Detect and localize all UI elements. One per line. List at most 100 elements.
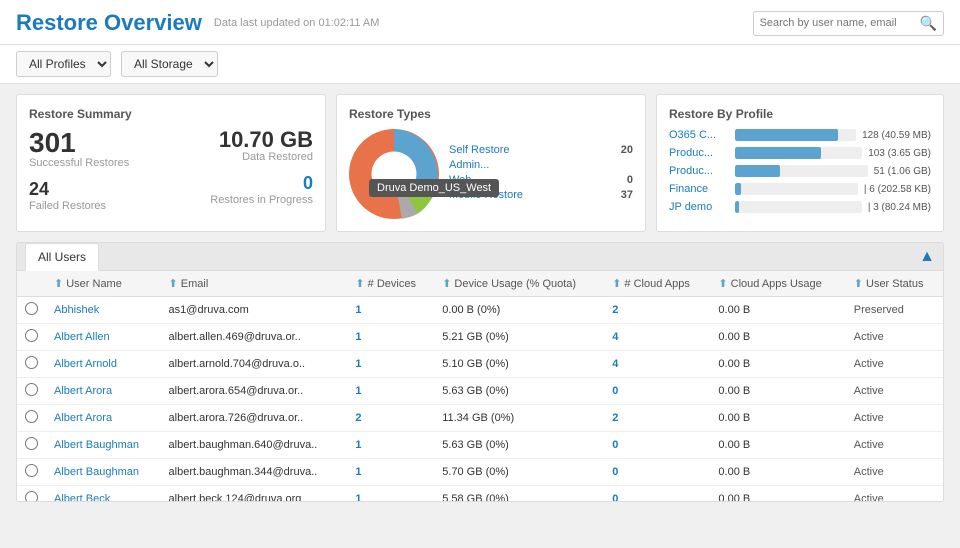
row-radio-5[interactable] <box>25 437 38 450</box>
user-device-usage-1: 5.21 GB (0%) <box>434 324 604 351</box>
profile-value-2: 51 (1.06 GB) <box>874 166 931 177</box>
table-wrapper[interactable]: ⬆User Name ⬆Email ⬆# Devices ⬆Device Usa… <box>17 271 943 501</box>
col-cloud-usage: ⬆Cloud Apps Usage <box>710 271 845 297</box>
user-name-link-5[interactable]: Albert Baughman <box>54 439 139 451</box>
summary-title: Restore Summary <box>29 107 313 121</box>
legend-count-web: 0 <box>627 174 633 186</box>
failed-count: 24 <box>29 179 169 200</box>
user-email-6: albert.baughman.344@druva.. <box>161 459 348 486</box>
col-radio <box>17 271 46 297</box>
search-input[interactable] <box>760 17 920 29</box>
user-cloud-usage-1: 0.00 B <box>710 324 845 351</box>
user-email-1: albert.allen.469@druva.or.. <box>161 324 348 351</box>
data-label: Data Restored <box>173 151 313 163</box>
profile-bar-container-1 <box>735 147 862 159</box>
table-row: Abhishek as1@druva.com 1 0.00 B (0%) 2 0… <box>17 297 943 324</box>
row-radio-2[interactable] <box>25 356 38 369</box>
profile-item-3: Finance | 6 (202.58 KB) <box>669 183 931 195</box>
user-device-usage-4: 11.34 GB (0%) <box>434 405 604 432</box>
pie-tooltip: Druva Demo_US_West <box>369 179 499 197</box>
user-status-0: Preserved <box>846 297 943 324</box>
profile-bar-container-0 <box>735 129 856 141</box>
user-email-7: albert.beck.124@druva.org <box>161 486 348 502</box>
user-name-link-3[interactable]: Albert Arora <box>54 385 112 397</box>
user-name-link-1[interactable]: Albert Allen <box>54 331 110 343</box>
legend-count-mobile: 37 <box>621 189 633 201</box>
successful-count: 301 <box>29 129 169 157</box>
user-devices-4: 2 <box>347 405 434 432</box>
user-status-4: Active <box>846 405 943 432</box>
user-cloud-apps-1: 4 <box>604 324 710 351</box>
user-name-link-4[interactable]: Albert Arora <box>54 412 112 424</box>
user-cloud-usage-0: 0.00 B <box>710 297 845 324</box>
row-radio-0[interactable] <box>25 302 38 315</box>
table-row: Albert Arora albert.arora.654@druva.or..… <box>17 378 943 405</box>
legend-label-self: Self Restore <box>449 144 510 156</box>
table-row: Albert Arnold albert.arnold.704@druva.o.… <box>17 351 943 378</box>
restore-types-panel: Restore Types Druva Demo_US_West <box>336 94 646 232</box>
row-radio-3[interactable] <box>25 383 38 396</box>
profile-bar-container-3 <box>735 183 858 195</box>
row-radio-6[interactable] <box>25 464 38 477</box>
col-status: ⬆User Status <box>846 271 943 297</box>
storage-filter[interactable]: All Storage <box>121 51 218 77</box>
user-cloud-usage-5: 0.00 B <box>710 432 845 459</box>
user-status-2: Active <box>846 351 943 378</box>
collapse-button[interactable]: ▲ <box>919 248 935 266</box>
profile-value-1: 103 (3.65 GB) <box>868 148 931 159</box>
row-radio-1[interactable] <box>25 329 38 342</box>
row-radio-4[interactable] <box>25 410 38 423</box>
user-device-usage-5: 5.63 GB (0%) <box>434 432 604 459</box>
profile-item-0: O365 C... 128 (40.59 MB) <box>669 129 931 141</box>
profile-value-0: 128 (40.59 MB) <box>862 130 931 141</box>
user-status-5: Active <box>846 432 943 459</box>
user-email-2: albert.arnold.704@druva.o.. <box>161 351 348 378</box>
user-devices-2: 1 <box>347 351 434 378</box>
legend-label-admin: Admin... <box>449 159 489 171</box>
user-devices-7: 1 <box>347 486 434 502</box>
user-cloud-usage-4: 0.00 B <box>710 405 845 432</box>
profile-item-4: JP demo | 3 (80.24 MB) <box>669 201 931 213</box>
profile-value-3: | 6 (202.58 KB) <box>864 184 931 195</box>
tab-all-users[interactable]: All Users <box>25 243 99 271</box>
user-name-link-6[interactable]: Albert Baughman <box>54 466 139 478</box>
legend-item-admin: Admin... <box>449 159 633 171</box>
profile-bar-2 <box>735 165 780 177</box>
profile-bar-container-4 <box>735 201 862 213</box>
profile-filter[interactable]: All Profiles <box>16 51 111 77</box>
user-cloud-apps-6: 0 <box>604 459 710 486</box>
table-row: Albert Allen albert.allen.469@druva.or..… <box>17 324 943 351</box>
profile-item-1: Produc... 103 (3.65 GB) <box>669 147 931 159</box>
user-name-link-0[interactable]: Abhishek <box>54 304 99 316</box>
table-row: Albert Beck albert.beck.124@druva.org 1 … <box>17 486 943 502</box>
profile-bar-1 <box>735 147 821 159</box>
user-name-link-7[interactable]: Albert Beck <box>54 493 110 501</box>
user-status-1: Active <box>846 324 943 351</box>
last-updated: Data last updated on 01:02:11 AM <box>214 17 753 29</box>
table-row: Albert Baughman albert.baughman.344@druv… <box>17 459 943 486</box>
profile-bar-0 <box>735 129 838 141</box>
col-username: ⬆User Name <box>46 271 161 297</box>
search-box[interactable]: 🔍 <box>753 11 944 36</box>
summary-panels: Restore Summary 301 Successful Restores … <box>0 84 960 242</box>
row-radio-7[interactable] <box>25 491 38 501</box>
user-status-3: Active <box>846 378 943 405</box>
profile-bar-4 <box>735 201 739 213</box>
table-row: Albert Arora albert.arora.726@druva.or..… <box>17 405 943 432</box>
failed-label: Failed Restores <box>29 200 169 212</box>
profile-bar-3 <box>735 183 741 195</box>
in-progress-count: 0 <box>173 173 313 194</box>
successful-label: Successful Restores <box>29 157 169 169</box>
profile-title: Restore By Profile <box>669 107 931 121</box>
user-device-usage-0: 0.00 B (0%) <box>434 297 604 324</box>
profile-value-4: | 3 (80.24 MB) <box>868 202 931 213</box>
user-cloud-apps-5: 0 <box>604 432 710 459</box>
user-status-6: Active <box>846 459 943 486</box>
user-cloud-apps-4: 2 <box>604 405 710 432</box>
col-devices: ⬆# Devices <box>347 271 434 297</box>
user-cloud-usage-2: 0.00 B <box>710 351 845 378</box>
user-name-link-2[interactable]: Albert Arnold <box>54 358 117 370</box>
col-device-usage: ⬆Device Usage (% Quota) <box>434 271 604 297</box>
user-cloud-usage-6: 0.00 B <box>710 459 845 486</box>
table-row: Albert Baughman albert.baughman.640@druv… <box>17 432 943 459</box>
